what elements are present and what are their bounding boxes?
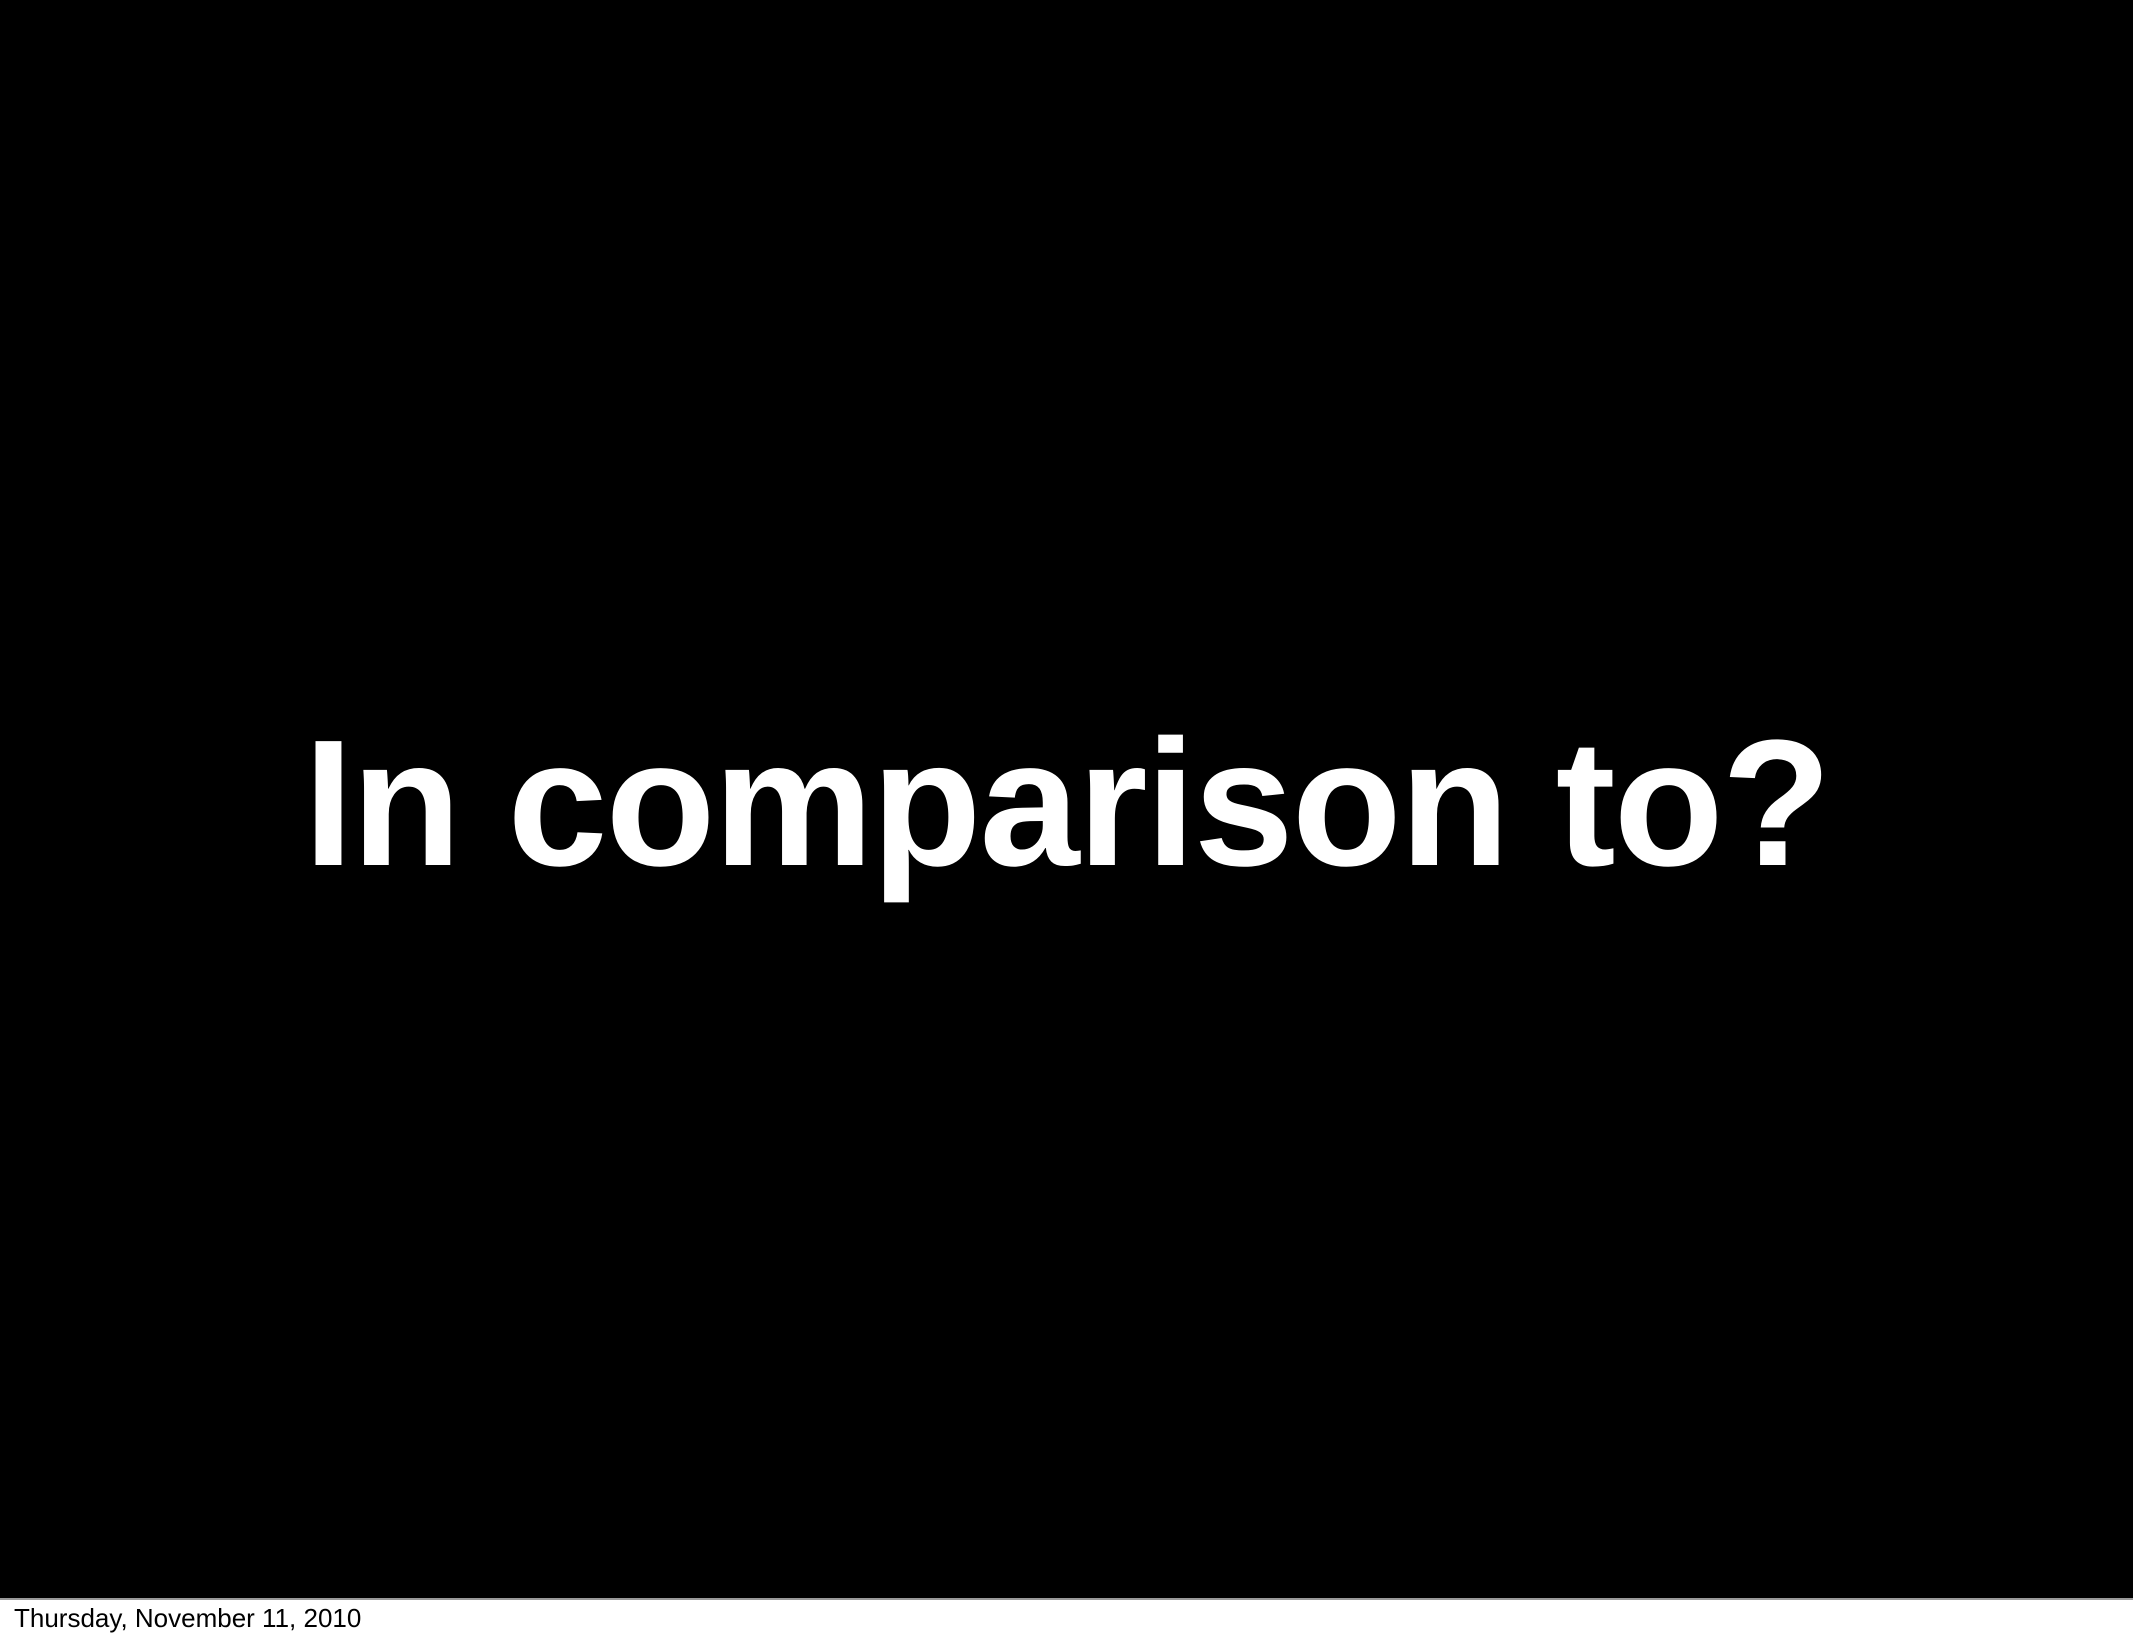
slide-title: In comparison to?	[303, 703, 1831, 904]
footer-date: Thursday, November 11, 2010	[14, 1603, 362, 1633]
slide: In comparison to?	[0, 0, 2133, 1600]
page: In comparison to? Thursday, November 11,…	[0, 0, 2133, 1641]
